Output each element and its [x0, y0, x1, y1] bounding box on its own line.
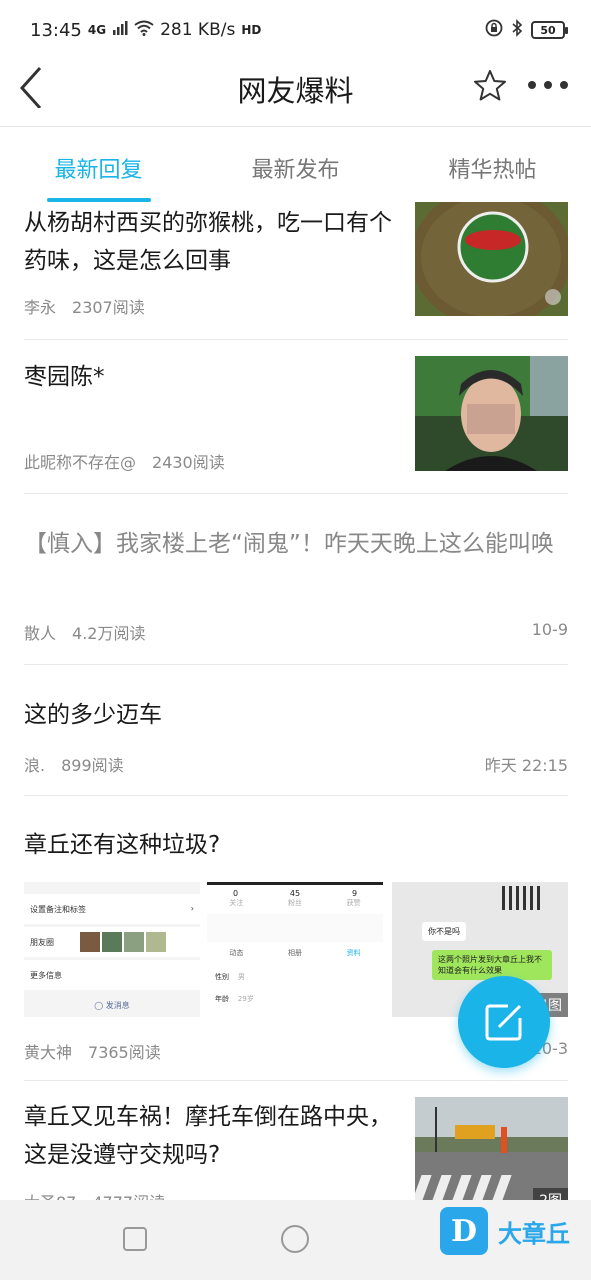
signal-icon — [112, 20, 128, 41]
shot-text: 朋友圈 — [30, 937, 54, 947]
shot-text: 粉丝 — [287, 899, 302, 907]
shot-text: 关注 — [229, 899, 244, 907]
post-reads: 2430阅读 — [152, 453, 225, 472]
post-title: 枣园陈* — [24, 364, 105, 390]
network-speed: 281 KB/s — [160, 20, 236, 40]
post-item[interactable]: 【慎入】我家楼上老“闹鬼”！咋天天晚上这么能叫唤 散人 4.2万阅读 10-9 — [24, 494, 568, 665]
recent-apps-button[interactable] — [122, 1226, 148, 1256]
post-thumbnail — [415, 356, 568, 471]
post-author: 李永 — [24, 298, 57, 317]
post-reads: 899阅读 — [61, 756, 124, 775]
post-image: 设置备注和标签 › 朋友圈 更多信息 ◯ 发消息 — [24, 882, 200, 1017]
network-type: 4G — [87, 23, 107, 37]
post-author: 大圣87 — [24, 1189, 76, 1200]
tab-featured[interactable]: 精华热帖 — [394, 128, 591, 202]
more-dots-icon — [528, 81, 568, 89]
post-meta: 此昵称不存在@ 2430阅读 — [24, 449, 394, 473]
brand-logo: D 大章丘 — [440, 1206, 570, 1256]
post-reads: 4777阅读 — [92, 1189, 165, 1200]
compose-button[interactable] — [458, 976, 550, 1068]
square-icon — [123, 1227, 147, 1251]
edit-icon — [485, 1004, 522, 1041]
post-meta: 散人 4.2万阅读 10-9 — [24, 620, 568, 644]
shot-text: 资料 — [346, 949, 361, 957]
clock: 13:45 — [30, 19, 82, 41]
post-item[interactable]: 这的多少迈车 浪. 899阅读 昨天 22:15 — [24, 665, 568, 796]
shot-text: 相册 — [287, 949, 302, 957]
system-nav-bar: D 大章丘 — [0, 1200, 591, 1280]
image-count-badge: 2图 — [533, 1188, 568, 1200]
shot-text: 0 — [232, 889, 239, 898]
post-reads: 7365阅读 — [88, 1043, 161, 1062]
home-button[interactable] — [280, 1224, 310, 1258]
post-title: 章丘还有这种垃圾? — [24, 832, 221, 858]
post-title: 章丘又见车祸！摩托车倒在路中央，这是没遵守交规吗? — [24, 1104, 392, 1168]
shot-text: 男 — [237, 973, 245, 981]
post-meta: 李永 2307阅读 — [24, 294, 394, 318]
bluetooth-icon — [511, 18, 523, 42]
tab-latest-post[interactable]: 最新发布 — [197, 128, 394, 202]
shot-text: 9 — [351, 889, 358, 898]
post-title: 从杨胡村西买的弥猴桃，吃一口有个药味，这是怎么回事 — [24, 210, 392, 274]
post-author: 此昵称不存在@ — [24, 453, 137, 472]
tab-bar: 最新回复 最新发布 精华热帖 — [0, 128, 591, 202]
post-thumbnail — [415, 202, 568, 316]
shot-text: 性别 — [215, 973, 229, 981]
post-reads: 4.2万阅读 — [72, 624, 146, 643]
shot-text: 获赞 — [346, 899, 361, 907]
post-date: 10-9 — [531, 620, 568, 639]
hd-icon: HD — [241, 23, 262, 37]
star-icon — [474, 70, 506, 101]
post-thumbnail: 2图 — [415, 1097, 568, 1200]
post-author: 浪. — [24, 756, 46, 775]
post-title: 【慎入】我家楼上老“闹鬼”！咋天天晚上这么能叫唤 — [24, 531, 554, 557]
shot-text: 设置备注和标签 — [30, 905, 86, 914]
shot-text: 你不是吗 — [422, 922, 466, 941]
post-title: 这的多少迈车 — [24, 702, 162, 728]
post-image: 0 45 9 关注 粉丝 获赞 动态 相册 资料 性别 男 年龄 29岁 — [207, 882, 383, 1017]
brand-name: 大章丘 — [498, 1219, 570, 1248]
shot-text: 这两个照片发到大章丘上我不知道会有什么效果 — [432, 950, 552, 980]
post-author: 散人 — [24, 624, 57, 643]
post-date: 昨天 22:15 — [484, 756, 568, 775]
favorite-button[interactable] — [470, 66, 510, 106]
post-item[interactable]: 枣园陈* 此昵称不存在@ 2430阅读 — [24, 340, 568, 494]
post-meta: 浪. 899阅读 昨天 22:15 — [24, 752, 568, 776]
shot-text: 动态 — [229, 949, 244, 957]
wifi-icon — [134, 20, 154, 41]
circle-icon — [281, 1225, 309, 1253]
lock-rotation-icon — [485, 19, 503, 42]
shot-text: 45 — [289, 889, 301, 898]
shot-text: 更多信息 — [30, 971, 62, 980]
shot-text: 年龄 — [215, 995, 229, 1003]
post-item[interactable]: 章丘又见车祸！摩托车倒在路中央，这是没遵守交规吗? 大圣87 4777阅读 2图 — [24, 1081, 568, 1200]
nav-bar: 网友爆料 — [0, 60, 591, 127]
shot-text: 29岁 — [237, 995, 254, 1003]
post-item[interactable]: 从杨胡村西买的弥猴桃，吃一口有个药味，这是怎么回事 李永 2307阅读 — [24, 202, 568, 340]
battery-icon: 50 — [531, 21, 568, 39]
more-button[interactable] — [526, 70, 570, 100]
post-meta: 大圣87 4777阅读 — [24, 1189, 394, 1200]
post-author: 黄大神 — [24, 1043, 73, 1062]
post-reads: 2307阅读 — [72, 298, 145, 317]
status-bar: 13:45 4G 281 KB/s HD 50 — [0, 0, 591, 60]
tab-latest-reply[interactable]: 最新回复 — [0, 128, 197, 202]
logo-icon: D — [440, 1207, 488, 1255]
shot-text: 发消息 — [105, 1001, 130, 1010]
